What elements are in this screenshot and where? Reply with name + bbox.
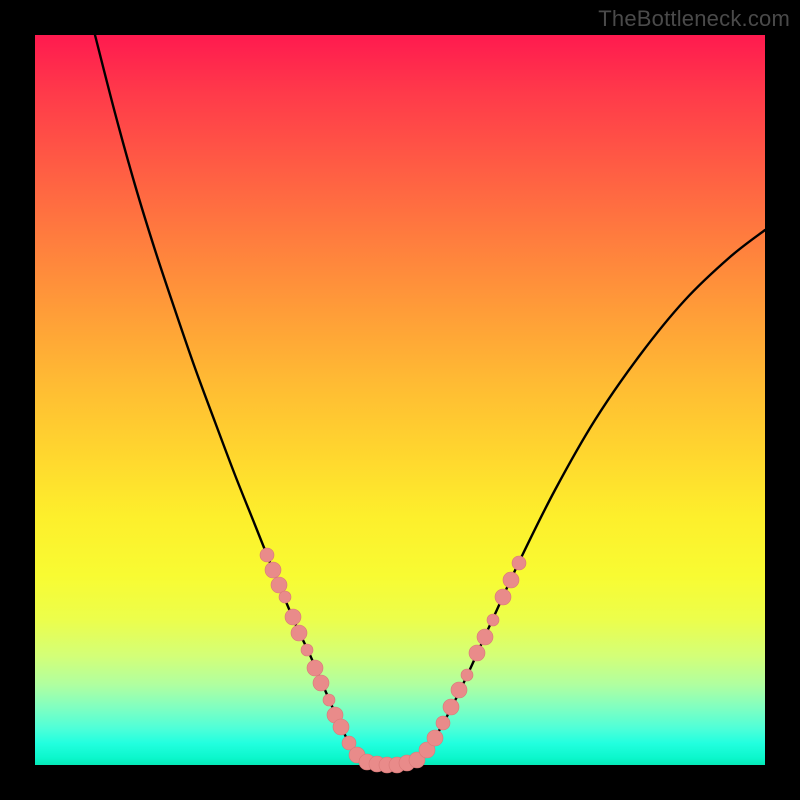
- data-marker: [487, 614, 499, 626]
- data-marker: [279, 591, 291, 603]
- data-marker: [503, 572, 519, 588]
- data-marker: [291, 625, 307, 641]
- data-marker: [333, 719, 349, 735]
- data-marker: [427, 730, 443, 746]
- data-marker: [323, 694, 335, 706]
- data-marker: [469, 645, 485, 661]
- data-marker: [451, 682, 467, 698]
- marker-group: [260, 548, 526, 773]
- data-marker: [443, 699, 459, 715]
- data-marker: [436, 716, 450, 730]
- plot-area: [35, 35, 765, 765]
- watermark-text: TheBottleneck.com: [598, 6, 790, 32]
- data-marker: [265, 562, 281, 578]
- data-marker: [512, 556, 526, 570]
- data-marker: [301, 644, 313, 656]
- data-marker: [271, 577, 287, 593]
- data-marker: [495, 589, 511, 605]
- chart-frame: TheBottleneck.com: [0, 0, 800, 800]
- data-marker: [461, 669, 473, 681]
- data-marker: [313, 675, 329, 691]
- data-marker: [477, 629, 493, 645]
- data-marker: [260, 548, 274, 562]
- data-marker: [285, 609, 301, 625]
- data-marker: [307, 660, 323, 676]
- bottleneck-curve: [95, 35, 765, 765]
- curve-svg: [35, 35, 765, 765]
